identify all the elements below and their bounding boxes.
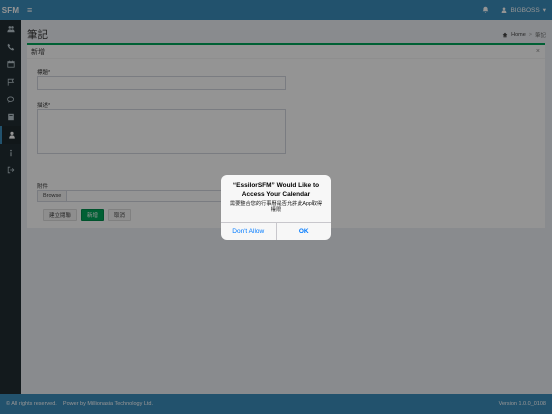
- alert-actions: Don't Allow OK: [221, 222, 331, 240]
- alert-title: “EssilorSFM” Would Like to Access Your C…: [232, 182, 320, 198]
- ok-button[interactable]: OK: [275, 223, 332, 240]
- alert-message: 需要整合您的行事曆是否允許此App取得權限: [229, 201, 323, 213]
- dont-allow-button[interactable]: Don't Allow: [221, 223, 276, 240]
- calendar-permission-alert: “EssilorSFM” Would Like to Access Your C…: [221, 175, 331, 240]
